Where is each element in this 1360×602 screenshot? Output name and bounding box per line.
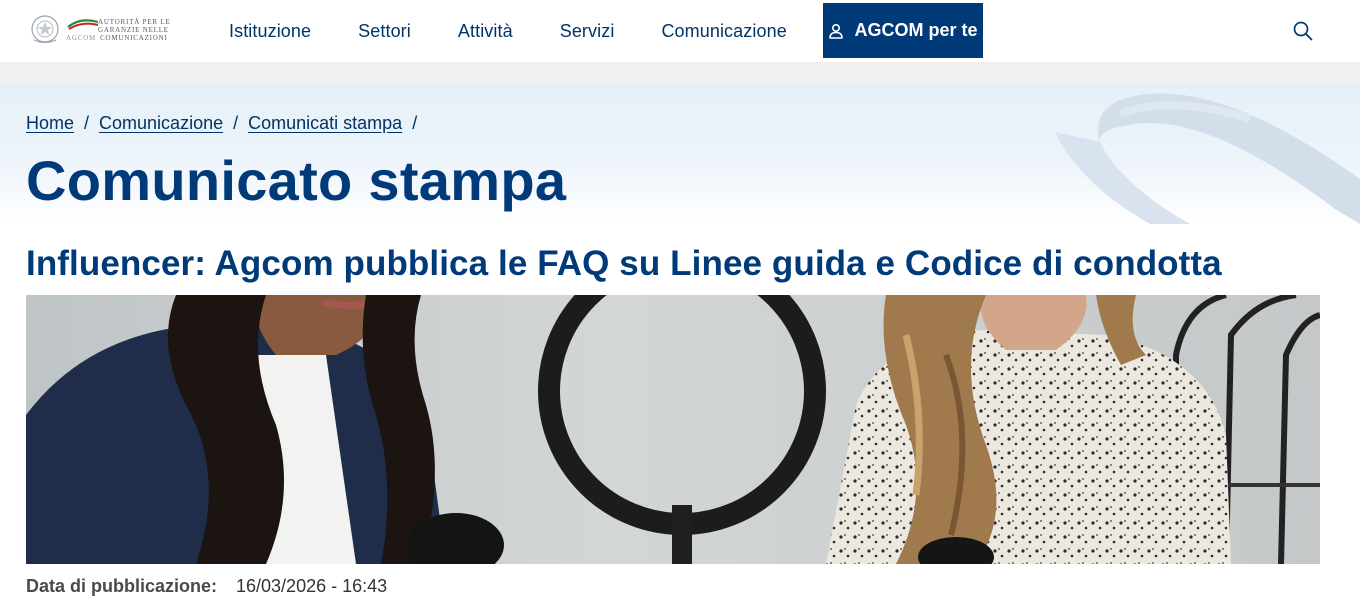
agcom-per-te-button[interactable]: AGCOM per te	[823, 3, 983, 58]
tricolor-swoosh-icon	[67, 19, 99, 30]
breadcrumb-separator: /	[412, 113, 418, 133]
nav-item-comunicazione[interactable]: Comunicazione	[661, 21, 786, 42]
nav-item-istituzione[interactable]: Istituzione	[229, 21, 311, 42]
site-header: AUTORITÀ PER LE GARANZIE NELLE AGCOM COMU…	[0, 0, 1360, 62]
logo-wordmark: AGCOM	[66, 34, 97, 42]
agcom-per-te-label: AGCOM per te	[854, 20, 978, 40]
publication-date-label: Data di pubblicazione:	[26, 576, 218, 596]
nav-item-settori[interactable]: Settori	[358, 21, 411, 42]
agcom-logo[interactable]: AUTORITÀ PER LE GARANZIE NELLE AGCOM COMU…	[30, 12, 180, 48]
page-title: Comunicato stampa	[26, 149, 567, 212]
breadcrumb-home[interactable]: Home	[26, 113, 74, 134]
publication-date: Data di pubblicazione: 16/03/2026 - 16:4…	[26, 576, 387, 597]
main-nav: Istituzione Settori Attività Servizi Com…	[229, 0, 787, 62]
header-divider-strip	[0, 62, 1360, 84]
breadcrumb: Home / Comunicazione / Comunicati stampa…	[26, 113, 427, 134]
logo-line-2: GARANZIE NELLE	[98, 26, 169, 34]
publication-date-value: 16/03/2026 - 16:43	[236, 576, 388, 596]
user-icon	[829, 23, 844, 39]
logo-line-3: AGCOM COMUNICAZIONI	[66, 34, 171, 42]
decorative-swoosh-icon	[1055, 93, 1360, 224]
breadcrumb-comunicati-stampa[interactable]: Comunicati stampa	[248, 113, 402, 134]
breadcrumb-comunicazione[interactable]: Comunicazione	[99, 113, 223, 134]
nav-item-attivita[interactable]: Attività	[458, 21, 513, 42]
article-title: Influencer: Agcom pubblica le FAQ su Lin…	[26, 244, 1222, 283]
nav-item-servizi[interactable]: Servizi	[560, 21, 615, 42]
article-photo	[26, 295, 1320, 564]
search-icon[interactable]	[1292, 20, 1314, 42]
logo-line-1: AUTORITÀ PER LE	[98, 18, 171, 26]
republic-emblem-icon	[31, 15, 59, 43]
breadcrumb-separator: /	[84, 113, 90, 133]
logo-line-3-text: COMUNICAZIONI	[100, 34, 168, 42]
breadcrumb-separator: /	[233, 113, 239, 133]
article-hero-image	[26, 295, 1320, 564]
